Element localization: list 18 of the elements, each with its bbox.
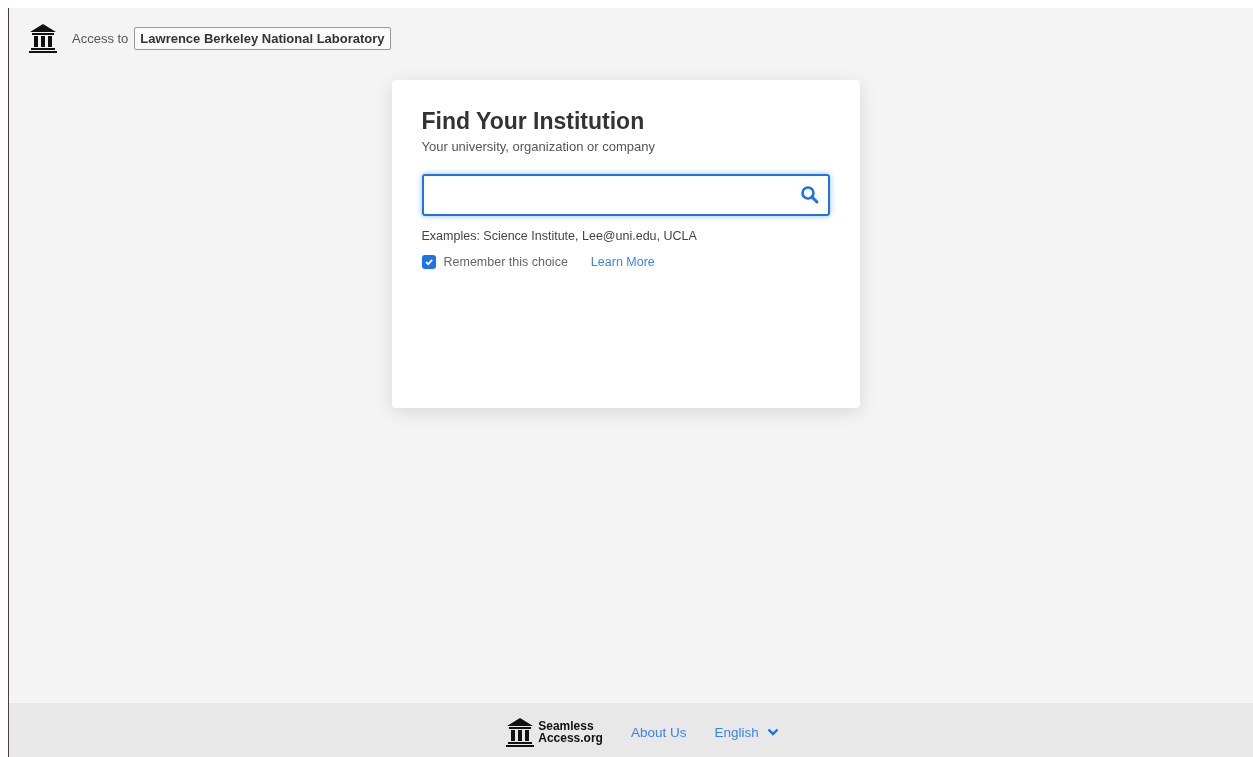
logo-text: Seamless [538, 720, 595, 732]
footer-link[interactable]: About Us [630, 724, 687, 740]
logo-text: Access.org [538, 732, 603, 744]
card-title: Find Your Institution [421, 108, 646, 135]
language-dropdown[interactable]: English [714, 724, 779, 740]
search-field[interactable] [421, 174, 830, 216]
bank-icon [505, 717, 536, 747]
chevron-down-icon [766, 728, 779, 736]
card-subtitle: Your university, organization or company [421, 139, 656, 154]
examples-text: Examples: Science Institute, Lee@uni.edu, UCLA [421, 229, 698, 243]
search-icon[interactable] [799, 185, 820, 205]
learn-more-link[interactable]: Learn More [590, 255, 655, 269]
organization-name: Lawrence Berkeley National Laboratory [134, 26, 391, 50]
bank-icon [28, 23, 58, 53]
access-label: Access to [72, 30, 129, 46]
remember-label: Remember this choice [443, 255, 568, 269]
checkmark-icon [423, 257, 434, 267]
remember-checkbox[interactable] [421, 255, 436, 269]
